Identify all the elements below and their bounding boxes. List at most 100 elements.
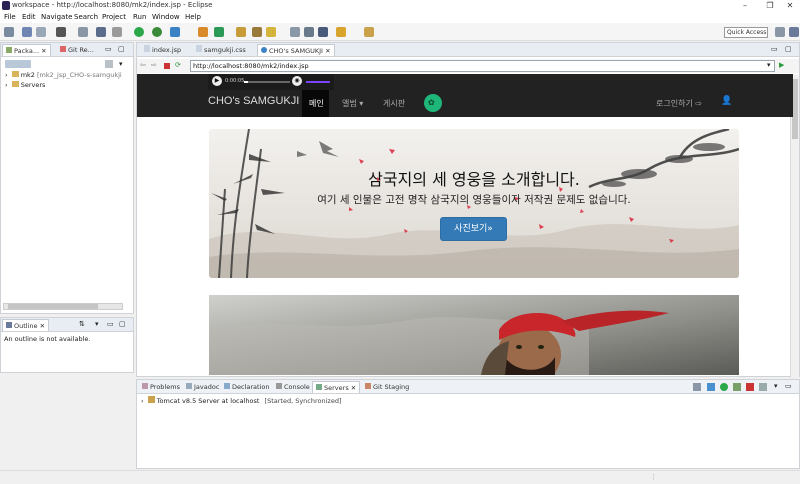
- css-file-icon: [196, 45, 202, 52]
- next-annotation-icon[interactable]: [304, 27, 314, 37]
- minimize-view-icon[interactable]: ▭: [771, 45, 778, 53]
- collapse-all-icon[interactable]: [5, 60, 31, 68]
- refresh-icon[interactable]: ⟳: [175, 61, 181, 69]
- new-package-icon[interactable]: [214, 27, 224, 37]
- pencil-icon[interactable]: [266, 27, 276, 37]
- minimize-view-icon[interactable]: ▭: [785, 382, 792, 390]
- tab-outline[interactable]: Outline ✕: [2, 319, 50, 331]
- external-tools-icon[interactable]: [170, 27, 180, 37]
- save-all-icon[interactable]: [36, 27, 46, 37]
- menu-file[interactable]: File: [4, 13, 16, 21]
- menu-run[interactable]: Run: [133, 13, 146, 21]
- close-tab-icon[interactable]: ✕: [325, 47, 330, 55]
- nav-item-album[interactable]: 앨범 ▾: [342, 98, 363, 109]
- minimize-icon[interactable]: –: [735, 0, 755, 12]
- debug-icon[interactable]: [152, 27, 162, 37]
- tab-browser[interactable]: CHO's SAMGUKJI ✕: [257, 44, 335, 56]
- url-dropdown-icon[interactable]: ▾: [767, 61, 771, 69]
- tab-package-explorer[interactable]: Packa... ✕: [2, 44, 51, 56]
- link-with-editor-icon[interactable]: [105, 60, 113, 68]
- vertical-scrollbar[interactable]: [790, 75, 799, 378]
- terminate-icon[interactable]: [96, 27, 106, 37]
- tab-git-staging[interactable]: Git Staging: [362, 381, 412, 393]
- view-menu-icon[interactable]: ▾: [119, 60, 123, 68]
- perspective-icon[interactable]: [775, 27, 785, 37]
- maximize-view-icon[interactable]: ▢: [118, 45, 125, 53]
- menu-project[interactable]: Project: [102, 13, 126, 21]
- menu-window[interactable]: Window: [152, 13, 180, 21]
- tab-console[interactable]: Console: [273, 381, 313, 393]
- tab-servers[interactable]: Servers ✕: [312, 381, 361, 393]
- tab-package-explorer-label: Packa...: [14, 47, 40, 55]
- stop-icon[interactable]: [164, 63, 170, 69]
- run-icon[interactable]: [134, 27, 144, 37]
- login-link[interactable]: 로그인하기 ⇨: [656, 98, 702, 109]
- project-folder-icon: [11, 71, 19, 77]
- view-photos-button[interactable]: 사진보기»: [440, 217, 507, 241]
- tree-item-label: Servers: [20, 81, 46, 89]
- player-progress[interactable]: [244, 81, 290, 83]
- maximize-view-icon[interactable]: ▢: [119, 320, 126, 328]
- volume-slider[interactable]: [306, 81, 330, 83]
- tab-javadoc[interactable]: Javadoc: [183, 381, 222, 393]
- menu-navigate[interactable]: Navigate: [41, 13, 72, 21]
- tab-index-jsp[interactable]: index.jsp: [141, 44, 184, 56]
- new-java-project-icon[interactable]: [198, 27, 208, 37]
- url-input[interactable]: http://localhost:8080/mk2/index.jsp: [190, 60, 775, 72]
- back-icon[interactable]: [336, 27, 346, 37]
- publish-icon[interactable]: [759, 383, 767, 391]
- scrollbar-thumb[interactable]: [8, 304, 98, 309]
- menu-search[interactable]: Search: [74, 13, 98, 21]
- site-logo-circle[interactable]: ✿: [424, 94, 442, 112]
- debug-server-icon[interactable]: [707, 383, 715, 391]
- tab-samgukji-css[interactable]: samgukji.css: [193, 44, 249, 56]
- site-brand[interactable]: CHO's SAMGUKJI: [208, 95, 299, 107]
- expand-arrow-icon[interactable]: ›: [141, 397, 144, 405]
- sort-icon[interactable]: ⇅: [79, 320, 85, 328]
- search-icon[interactable]: [252, 27, 262, 37]
- quick-access-field[interactable]: Quick Access: [724, 27, 768, 38]
- tab-problems[interactable]: Problems: [139, 381, 183, 393]
- minimize-view-icon[interactable]: ▭: [105, 45, 112, 53]
- annotation-icon[interactable]: [290, 27, 300, 37]
- start-server-icon[interactable]: [720, 383, 728, 391]
- server-row[interactable]: › Tomcat v8.5 Server at localhost [Start…: [141, 396, 342, 405]
- stop-server-icon[interactable]: [746, 383, 754, 391]
- nav-item-main[interactable]: 메인: [302, 90, 329, 117]
- tab-declaration[interactable]: Declaration: [221, 381, 272, 393]
- menu-edit[interactable]: Edit: [22, 13, 36, 21]
- menu-help[interactable]: Help: [185, 13, 201, 21]
- tree-item-servers[interactable]: › Servers: [5, 81, 45, 89]
- skip-breakpoints-icon[interactable]: [78, 27, 88, 37]
- view-menu-icon[interactable]: ▾: [774, 382, 778, 390]
- back-icon[interactable]: ⇦: [140, 61, 146, 69]
- close-icon[interactable]: ✕: [780, 0, 800, 12]
- last-edit-icon[interactable]: [318, 27, 328, 37]
- user-icon[interactable]: 👤: [721, 96, 732, 106]
- expand-arrow-icon[interactable]: ›: [5, 71, 8, 79]
- open-type-icon[interactable]: [236, 27, 246, 37]
- new-icon[interactable]: [4, 27, 14, 37]
- settings-icon[interactable]: [112, 27, 122, 37]
- forward-icon[interactable]: ⇨: [151, 61, 157, 69]
- minimize-view-icon[interactable]: ▭: [107, 320, 114, 328]
- editor-tab-row: index.jsp samgukji.css CHO's SAMGUKJI ✕ …: [137, 43, 799, 57]
- view-menu-icon[interactable]: ▾: [95, 320, 99, 328]
- servers-icon: [316, 384, 322, 390]
- volume-icon[interactable]: ◉: [292, 76, 302, 86]
- tree-item-mk2[interactable]: › mk2 [mk2_jsp_CHO-s-samgukji: [5, 71, 133, 79]
- nav-item-board[interactable]: 게시판: [383, 98, 405, 109]
- go-icon[interactable]: ▶: [779, 61, 784, 69]
- tab-git-repositories[interactable]: Git Re...: [57, 44, 97, 56]
- play-icon[interactable]: ▶: [212, 76, 222, 86]
- expand-arrow-icon[interactable]: ›: [5, 81, 8, 89]
- profile-icon[interactable]: [56, 27, 66, 37]
- collapse-icon[interactable]: [693, 383, 701, 391]
- maximize-view-icon[interactable]: ▢: [785, 45, 792, 53]
- forward-icon[interactable]: [364, 27, 374, 37]
- save-icon[interactable]: [22, 27, 32, 37]
- profile-server-icon[interactable]: [733, 383, 741, 391]
- java-ee-perspective-icon[interactable]: [789, 27, 799, 37]
- maximize-icon[interactable]: ❐: [760, 0, 780, 12]
- horizontal-scrollbar[interactable]: [3, 303, 123, 310]
